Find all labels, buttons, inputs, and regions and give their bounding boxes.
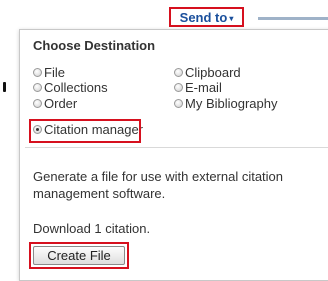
panel-heading: Choose Destination bbox=[33, 38, 156, 53]
option-label: E-mail bbox=[185, 80, 222, 95]
download-count-text: Download 1 citation. bbox=[33, 221, 151, 236]
radio-order[interactable] bbox=[33, 99, 42, 108]
citation-manager-highlight bbox=[29, 119, 141, 143]
page-edge-mark bbox=[3, 82, 6, 92]
radio-collections[interactable] bbox=[33, 83, 42, 92]
option-label: My Bibliography bbox=[185, 96, 278, 111]
destination-option-my-bibliography[interactable]: My Bibliography bbox=[174, 96, 278, 111]
toolbar-divider bbox=[258, 17, 328, 20]
destination-option-email[interactable]: E-mail bbox=[174, 80, 222, 95]
citation-description: Generate a file for use with external ci… bbox=[33, 169, 284, 201]
send-to-label: Send to bbox=[179, 9, 228, 25]
radio-email[interactable] bbox=[174, 83, 183, 92]
chevron-down-icon: ▾ bbox=[229, 13, 234, 23]
destination-option-collections[interactable]: Collections bbox=[33, 80, 108, 95]
send-to-button[interactable]: Send to ▾ bbox=[169, 7, 244, 27]
radio-my-bibliography[interactable] bbox=[174, 99, 183, 108]
destination-option-order[interactable]: Order bbox=[33, 96, 77, 111]
radio-file[interactable] bbox=[33, 68, 42, 77]
option-label: Collections bbox=[44, 80, 108, 95]
create-file-button[interactable]: Create File bbox=[33, 246, 125, 265]
option-label: Order bbox=[44, 96, 78, 111]
destination-option-file[interactable]: File bbox=[33, 65, 65, 80]
radio-clipboard[interactable] bbox=[174, 68, 183, 77]
destination-option-clipboard[interactable]: Clipboard bbox=[174, 65, 241, 80]
option-label: Clipboard bbox=[185, 65, 241, 80]
panel-divider bbox=[25, 147, 328, 148]
option-label: File bbox=[44, 65, 65, 80]
